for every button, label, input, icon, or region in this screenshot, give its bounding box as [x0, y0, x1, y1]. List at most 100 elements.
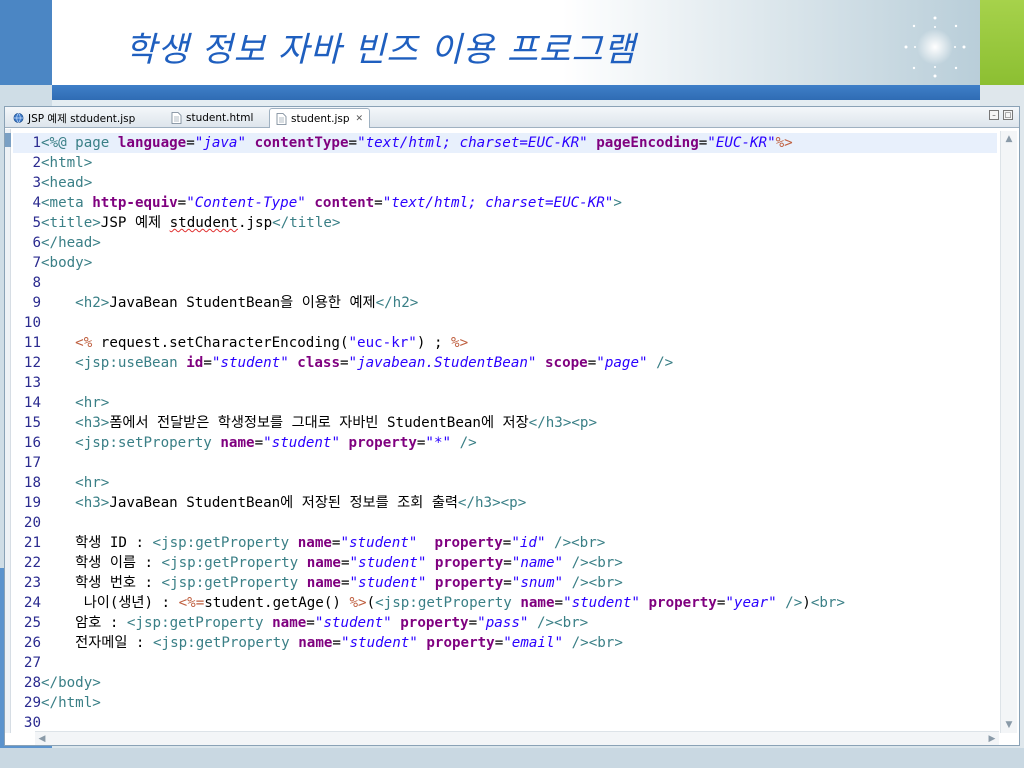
scroll-down-icon[interactable]: ▼	[1001, 717, 1017, 733]
code-line[interactable]: 12 <jsp:useBean id="student" class="java…	[13, 353, 997, 373]
horizontal-scrollbar[interactable]: ◀ ▶	[35, 731, 999, 745]
line-number: 9	[32, 295, 41, 311]
line-number: 6	[32, 235, 41, 251]
line-number: 3	[32, 175, 41, 191]
line-number: 7	[32, 255, 41, 271]
code-text: 학생 이름 : <jsp:getProperty name="student" …	[41, 555, 623, 571]
line-number: 22	[23, 555, 41, 571]
left-blue-block	[0, 0, 52, 85]
code-line[interactable]: 18 <hr>	[13, 473, 997, 493]
line-number: 18	[23, 475, 41, 491]
sparkle-icon	[904, 16, 966, 78]
browser-globe-icon	[13, 113, 24, 123]
code-text: <jsp:setProperty name="student" property…	[75, 435, 477, 451]
line-number: 14	[23, 395, 41, 411]
code-text: 학생 번호 : <jsp:getProperty name="student" …	[41, 575, 623, 591]
vertical-scrollbar[interactable]: ▲ ▼	[1000, 131, 1017, 733]
code-text: <h2>JavaBean StudentBean을 이용한 예제</h2>	[75, 295, 419, 311]
code-line[interactable]: 5<title>JSP 예제 stdudent.jsp</title>	[13, 213, 997, 233]
code-text: <h3>폼에서 전달받은 학생정보를 그대로 자바빈 StudentBean에 …	[75, 415, 597, 431]
scroll-left-icon[interactable]: ◀	[35, 732, 49, 746]
code-line[interactable]: 9 <h2>JavaBean StudentBean을 이용한 예제</h2>	[13, 293, 997, 313]
tab-student-html[interactable]: student.html	[165, 108, 259, 128]
code-line[interactable]: 10	[13, 313, 997, 333]
minimize-icon[interactable]: –	[989, 110, 999, 120]
slide-title: 학생 정보 자바 빈즈 이용 프로그램	[125, 30, 636, 70]
code-line[interactable]: 21 학생 ID : <jsp:getProperty name="studen…	[13, 533, 997, 553]
line-number: 24	[23, 595, 41, 611]
code-line[interactable]: 8	[13, 273, 997, 293]
tab-label: student.html	[186, 112, 254, 124]
line-number: 16	[23, 435, 41, 451]
line-number: 1	[32, 135, 41, 151]
line-number: 15	[23, 415, 41, 431]
code-line[interactable]: 25 암호 : <jsp:getProperty name="student" …	[13, 613, 997, 633]
line-number: 27	[23, 655, 41, 671]
code-line[interactable]: 24 나이(생년) : <%=student.getAge() %>(<jsp:…	[13, 593, 997, 613]
line-number: 20	[23, 515, 41, 531]
code-line[interactable]: 29</html>	[13, 693, 997, 713]
code-text: <%@ page language="java" contentType="te…	[41, 135, 793, 151]
code-text: 나이(생년) : <%=student.getAge() %>(<jsp:get…	[41, 595, 845, 611]
code-line[interactable]: 6</head>	[13, 233, 997, 253]
code-line[interactable]: 1<%@ page language="java" contentType="t…	[13, 133, 997, 153]
code-line[interactable]: 2<html>	[13, 153, 997, 173]
code-line[interactable]: 23 학생 번호 : <jsp:getProperty name="studen…	[13, 573, 997, 593]
code-text: <hr>	[75, 475, 110, 491]
tab-student-jsp[interactable]: student.jsp ✕	[269, 108, 371, 128]
code-text: </head>	[41, 235, 101, 251]
code-text: </body>	[41, 675, 101, 691]
code-line[interactable]: 17	[13, 453, 997, 473]
line-number: 21	[23, 535, 41, 551]
window-controls: – □	[989, 110, 1013, 120]
code-text-area[interactable]: 1<%@ page language="java" contentType="t…	[5, 129, 999, 733]
line-number: 28	[23, 675, 41, 691]
tab-label: JSP 예제 stdudent.jsp	[28, 112, 136, 125]
scroll-up-icon[interactable]: ▲	[1001, 131, 1017, 147]
code-line[interactable]: 16 <jsp:setProperty name="student" prope…	[13, 433, 997, 453]
code-text: 전자메일 : <jsp:getProperty name="student" p…	[41, 635, 623, 651]
code-line[interactable]: 3<head>	[13, 173, 997, 193]
line-number: 23	[23, 575, 41, 591]
tab-jsp-example-browser[interactable]: JSP 예제 stdudent.jsp	[7, 108, 141, 128]
line-number: 12	[23, 355, 41, 371]
line-number: 10	[23, 315, 41, 331]
code-text: </html>	[41, 695, 101, 711]
tab-label: student.jsp	[291, 112, 350, 125]
code-text: <meta http-equiv="Content-Type" content=…	[41, 195, 622, 211]
code-line[interactable]: 27	[13, 653, 997, 673]
code-line[interactable]: 4<meta http-equiv="Content-Type" content…	[13, 193, 997, 213]
code-text: <body>	[41, 255, 93, 271]
code-editor-window: JSP 예제 stdudent.jsp student.html student…	[4, 106, 1020, 746]
close-tab-icon[interactable]: ✕	[356, 114, 364, 124]
line-number: 5	[32, 215, 41, 231]
code-text: <html>	[41, 155, 93, 171]
code-text: <jsp:useBean id="student" class="javabea…	[75, 355, 674, 371]
code-line[interactable]: 7<body>	[13, 253, 997, 273]
maximize-icon[interactable]: □	[1003, 110, 1013, 120]
code-line[interactable]: 19 <h3>JavaBean StudentBean에 저장된 정보를 조회 …	[13, 493, 997, 513]
line-number: 19	[23, 495, 41, 511]
line-number: 26	[23, 635, 41, 651]
line-number: 29	[23, 695, 41, 711]
overview-ruler	[5, 129, 11, 733]
code-line[interactable]: 11 <% request.setCharacterEncoding("euc-…	[13, 333, 997, 353]
code-text: 암호 : <jsp:getProperty name="student" pro…	[41, 615, 589, 631]
code-line[interactable]: 14 <hr>	[13, 393, 997, 413]
code-text: <% request.setCharacterEncoding("euc-kr"…	[75, 335, 469, 351]
code-line[interactable]: 15 <h3>폼에서 전달받은 학생정보를 그대로 자바빈 StudentBea…	[13, 413, 997, 433]
code-line[interactable]: 13	[13, 373, 997, 393]
file-icon	[171, 112, 182, 124]
bottom-decor-strip	[0, 748, 1024, 768]
code-line[interactable]: 26 전자메일 : <jsp:getProperty name="student…	[13, 633, 997, 653]
code-line[interactable]: 20	[13, 513, 997, 533]
scroll-right-icon[interactable]: ▶	[985, 732, 999, 746]
code-line[interactable]: 28</body>	[13, 673, 997, 693]
line-number: 30	[23, 715, 41, 731]
code-line[interactable]: 22 학생 이름 : <jsp:getProperty name="studen…	[13, 553, 997, 573]
line-number: 25	[23, 615, 41, 631]
line-number: 13	[23, 375, 41, 391]
current-line-marker	[5, 133, 11, 147]
code-line[interactable]: 30	[13, 713, 997, 733]
line-number: 2	[32, 155, 41, 171]
